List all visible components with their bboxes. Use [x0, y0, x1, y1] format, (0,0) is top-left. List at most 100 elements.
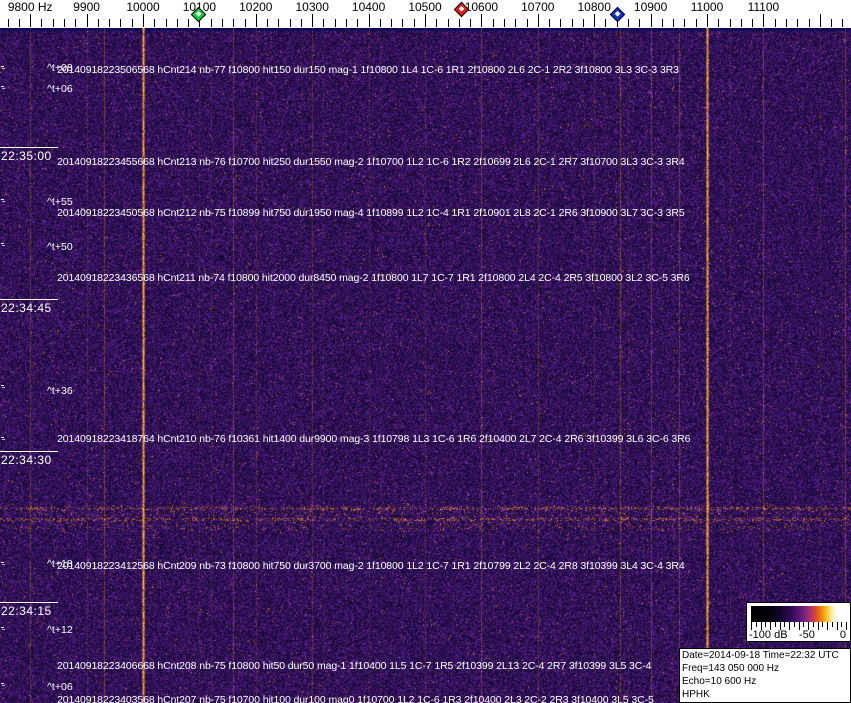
info-box: Date=2014-09-18 Time=22:32 UTC Freq=143 0…	[679, 648, 851, 703]
db-tick	[841, 622, 843, 627]
db-tick	[755, 622, 757, 627]
minor-tick	[831, 19, 832, 27]
frequency-tick-label: 9800 Hz	[7, 0, 53, 14]
minor-tick	[752, 19, 753, 27]
diamond-highlight	[196, 10, 202, 17]
minor-tick	[786, 19, 787, 27]
minor-tick	[673, 19, 674, 27]
db-tick	[803, 622, 805, 627]
minor-tick	[75, 19, 76, 27]
major-tick	[481, 14, 482, 27]
minor-tick	[459, 19, 460, 27]
minor-tick	[493, 19, 494, 27]
minor-tick	[639, 19, 640, 27]
minor-tick	[154, 19, 155, 27]
db-tick	[822, 622, 824, 627]
detection-data-line: 20140918223450568 hCnt212 nb-75 f10899 h…	[57, 207, 685, 219]
time-edge-tick	[1, 86, 4, 87]
minor-tick	[357, 19, 358, 27]
minor-tick	[560, 19, 561, 27]
major-tick	[30, 14, 31, 27]
major-tick	[369, 14, 370, 27]
event-time-marker: ^t+36	[47, 385, 73, 397]
db-label: -100 dB	[749, 629, 788, 641]
time-edge-tick	[1, 562, 4, 563]
time-edge-tick	[1, 683, 4, 684]
frequency-tick-label: 11100	[747, 0, 780, 14]
event-time-marker: ^t+12	[47, 624, 73, 636]
minor-tick	[414, 19, 415, 27]
minor-tick	[696, 19, 697, 27]
freq-marker-blue[interactable]	[609, 6, 626, 23]
detection-data-line: 20140918223403568 hCnt207 nb-75 f10700 h…	[57, 694, 654, 703]
event-time-marker: ^t+06	[47, 681, 73, 693]
detection-data-line: 20140918223506568 hCnt214 nb-77 f10800 h…	[57, 64, 679, 76]
minor-tick	[402, 19, 403, 27]
freq-marker-red[interactable]	[453, 1, 470, 18]
time-axis-label: 22:35:00	[0, 147, 58, 163]
minor-tick	[718, 19, 719, 27]
minor-tick	[842, 19, 843, 27]
minor-tick	[809, 19, 810, 27]
db-scale-legend: -100 dB -50 0	[746, 602, 851, 642]
minor-tick	[572, 19, 573, 27]
freq-marker-green[interactable]	[191, 6, 207, 23]
minor-tick	[188, 19, 189, 27]
minor-tick	[19, 19, 20, 27]
major-tick	[87, 14, 88, 27]
info-line: Date=2014-09-18 Time=22:32 UTC	[682, 650, 839, 661]
minor-tick	[8, 19, 9, 27]
db-tick	[765, 622, 767, 627]
time-axis-label: 22:34:15	[0, 602, 58, 618]
minor-tick	[233, 19, 234, 27]
minor-tick	[628, 19, 629, 27]
minor-tick	[301, 19, 302, 27]
frequency-tick-label: 10700	[521, 0, 555, 14]
db-tick	[831, 622, 833, 627]
db-tick	[774, 622, 776, 627]
minor-tick	[380, 19, 381, 27]
major-tick	[820, 14, 821, 27]
major-tick	[143, 14, 144, 27]
db-gradient-bar	[751, 606, 847, 622]
event-time-marker: ^t+50	[47, 241, 73, 253]
db-tick	[793, 622, 795, 627]
detection-data-line: 20140918223455668 hCnt213 nb-76 f10700 h…	[57, 156, 685, 168]
time-edge-tick	[1, 385, 4, 386]
frequency-tick-label: 11000	[690, 0, 724, 14]
minor-tick	[267, 19, 268, 27]
spectrogram-app: 9800 Hz990010000101001020010300104001050…	[0, 0, 851, 703]
major-tick	[594, 14, 595, 27]
major-tick	[763, 14, 764, 27]
minor-tick	[64, 19, 65, 27]
time-edge-tick	[1, 627, 4, 628]
minor-tick	[211, 19, 212, 27]
minor-tick	[515, 19, 516, 27]
minor-tick	[166, 19, 167, 27]
info-line: Freq=143 050 000 Hz	[682, 663, 780, 674]
time-edge-tick	[1, 437, 4, 438]
time-axis-label: 22:34:30	[0, 451, 58, 467]
minor-tick	[504, 19, 505, 27]
diamond-highlight	[614, 10, 621, 17]
minor-tick	[448, 19, 449, 27]
major-tick	[651, 14, 652, 27]
minor-tick	[605, 19, 606, 27]
time-edge-tick	[1, 66, 4, 67]
frequency-tick-label: 10400	[351, 0, 386, 14]
time-axis-label: 22:34:45	[0, 299, 58, 315]
red-diamond-icon	[453, 1, 470, 18]
minor-tick	[177, 19, 178, 27]
minor-tick	[120, 19, 121, 27]
detection-data-line: 20140918223436568 hCnt211 nb-74 f10800 h…	[57, 272, 690, 284]
major-tick	[707, 14, 708, 27]
info-line: HPHK	[682, 689, 710, 700]
minor-tick	[323, 19, 324, 27]
green-diamond-icon	[191, 6, 207, 23]
db-label: -50	[799, 629, 815, 641]
minor-tick	[662, 19, 663, 27]
frequency-tick-label: 10900	[633, 0, 668, 14]
frequency-tick-label: 9900	[73, 0, 100, 14]
frequency-tick-label: 10300	[295, 0, 329, 14]
minor-tick	[391, 19, 392, 27]
